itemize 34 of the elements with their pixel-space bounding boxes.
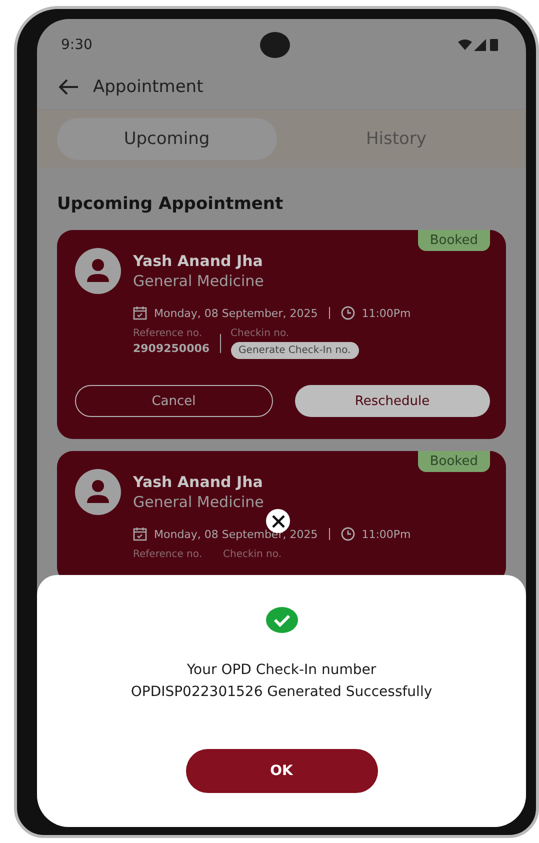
appointment-date: Monday, 08 September, 2025 [154, 306, 318, 320]
checkin-label: Checkin no. [230, 328, 290, 339]
patient-name: Yash Anand Jha [133, 252, 264, 270]
appointment-date: Monday, 08 September, 2025 [154, 528, 318, 540]
patient-name: Yash Anand Jha [133, 473, 264, 491]
calendar-icon [133, 527, 147, 541]
status-time: 9:30 [61, 37, 92, 53]
status-badge: Booked [418, 230, 490, 251]
appointment-time: 11:00Pm [362, 528, 411, 540]
success-message: Your OPD Check-In number OPDISP022301526 Generated Successfully [130, 661, 432, 702]
checkin-label: Checkin no. [223, 549, 282, 560]
back-arrow-icon[interactable] [59, 79, 79, 95]
tab[interactable]: Upcoming [57, 118, 276, 160]
close-icon [272, 514, 284, 528]
reference-number: 2909250006 [133, 342, 210, 355]
appointment-time: 11:00Pm [362, 306, 411, 320]
reference-label: Reference no. [133, 549, 202, 560]
cancel-button[interactable]: Cancel [75, 385, 272, 417]
camera-hole [260, 32, 290, 58]
specialty: General Medicine [133, 272, 264, 290]
avatar-icon [75, 469, 121, 515]
calendar-icon [133, 306, 147, 320]
generate-checkin-button[interactable]: Generate Check-In no. [230, 342, 359, 359]
reference-label: Reference no. [133, 328, 203, 339]
status-badge: Booked [418, 451, 490, 472]
specialty: General Medicine [133, 493, 264, 511]
page-title: Appointment [93, 77, 204, 97]
ok-button[interactable]: OK [186, 749, 378, 793]
check-circle-icon [266, 607, 298, 633]
reschedule-button[interactable]: Reschedule [294, 385, 490, 417]
clock-icon [340, 306, 355, 320]
clock-icon [340, 527, 355, 541]
avatar-icon [75, 248, 121, 294]
section-title: Upcoming Appointment [56, 193, 284, 216]
